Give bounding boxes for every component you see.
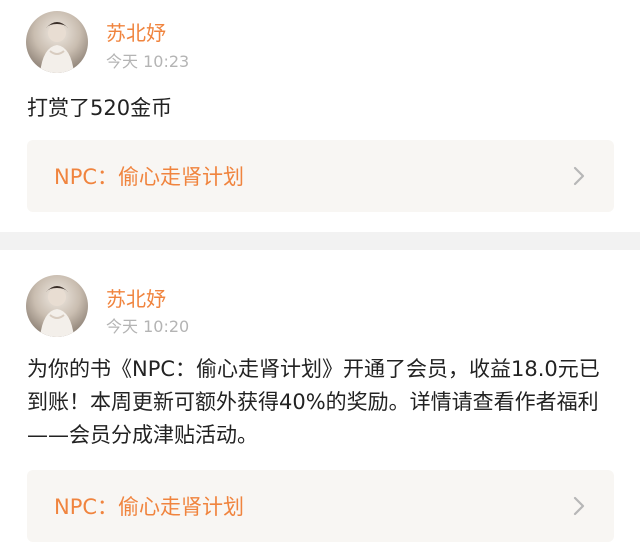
- divider: [0, 232, 640, 250]
- notification-message: 打赏了520金币: [27, 96, 173, 120]
- timestamp: 今天 10:20: [106, 317, 190, 336]
- notification-message: 为你的书《NPC：偷心走肾计划》开通了会员，收益18.0元已到账！本周更新可额外…: [27, 357, 600, 447]
- username[interactable]: 苏北妤: [106, 17, 166, 46]
- book-link[interactable]: NPC：偷心走肾计划: [27, 140, 614, 212]
- book-link[interactable]: NPC：偷心走肾计划: [27, 470, 614, 542]
- book-title: NPC：偷心走肾计划: [54, 165, 245, 189]
- avatar-image: [40, 286, 74, 337]
- avatar[interactable]: [26, 11, 88, 73]
- chevron-right-icon: [573, 166, 585, 186]
- avatar-image: [40, 22, 74, 73]
- avatar[interactable]: [26, 275, 88, 337]
- chevron-right-icon: [573, 496, 585, 516]
- username[interactable]: 苏北妤: [106, 283, 166, 312]
- book-title: NPC：偷心走肾计划: [54, 495, 245, 519]
- notification-feed: 苏北妤 今天 10:23 打赏了520金币 NPC：偷心走肾计划 苏北妤 今天 …: [0, 0, 640, 546]
- timestamp: 今天 10:23: [106, 52, 190, 71]
- notification-card: 苏北妤 今天 10:23 打赏了520金币 NPC：偷心走肾计划: [0, 0, 640, 232]
